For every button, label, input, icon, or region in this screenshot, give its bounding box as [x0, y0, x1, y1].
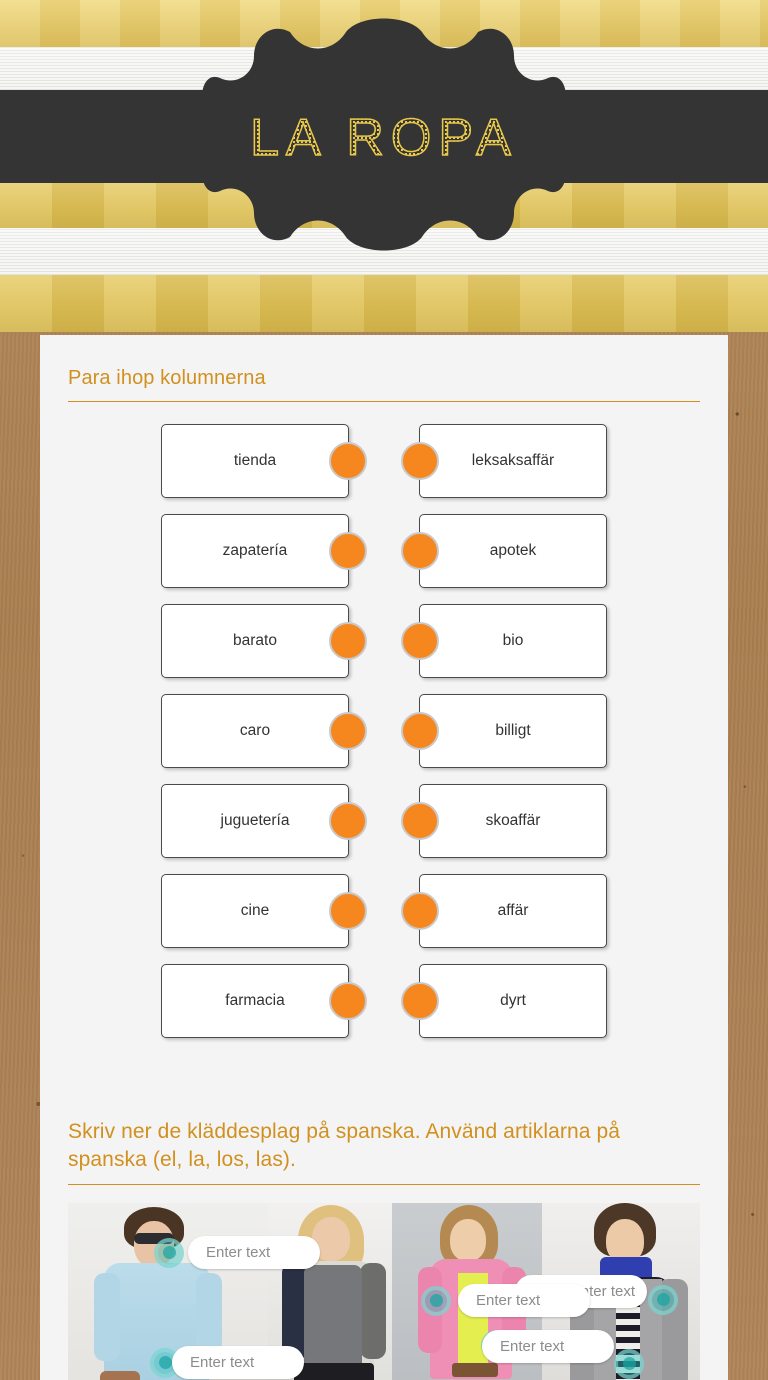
match-card-left[interactable]: cine	[161, 874, 367, 949]
table-row: juguetería skoaffär	[68, 784, 700, 874]
match-card-right-label: dyrt	[500, 992, 526, 1010]
connector-dot-right[interactable]	[401, 712, 439, 751]
label-input-2[interactable]: Enter text	[172, 1345, 304, 1379]
connector-dot-right[interactable]	[401, 442, 439, 481]
label-input-4[interactable]: Enter text	[482, 1329, 614, 1363]
match-card-left[interactable]: tienda	[161, 424, 367, 499]
connector-dot-right[interactable]	[401, 622, 439, 661]
connector-dot-left[interactable]	[329, 982, 367, 1021]
image-labeling-area: Enter text Enter text Enter text Enter t…	[68, 1202, 700, 1380]
match-card-right-label: billigt	[495, 722, 531, 740]
match-card-left-label: farmacia	[225, 992, 285, 1010]
match-card-left[interactable]: juguetería	[161, 784, 367, 859]
match-card-left[interactable]: farmacia	[161, 964, 367, 1039]
match-card-right[interactable]: bio	[401, 604, 607, 679]
match-card-left-label: zapatería	[222, 542, 288, 560]
match-card-left[interactable]: caro	[161, 694, 367, 769]
match-card-right[interactable]: affär	[401, 874, 607, 949]
hotspot-marker-5[interactable]	[648, 1284, 678, 1315]
table-row: cine affär	[68, 874, 700, 964]
table-row: caro billigt	[68, 694, 700, 784]
connector-dot-left[interactable]	[329, 802, 367, 841]
match-card-right[interactable]: dyrt	[401, 964, 607, 1039]
match-card-right[interactable]: billigt	[401, 694, 607, 769]
match-card-right-label: apotek	[489, 542, 537, 560]
connector-dot-left[interactable]	[329, 532, 367, 571]
match-card-right[interactable]: apotek	[401, 514, 607, 589]
match-card-left[interactable]: zapatería	[161, 514, 367, 589]
connector-dot-right[interactable]	[401, 892, 439, 931]
match-card-right-label: leksaksaffär	[471, 452, 555, 470]
image-labeling-section: Skriv ner de kläddesplag på spanska. Anv…	[40, 1084, 728, 1380]
table-row: farmacia dyrt	[68, 964, 700, 1054]
label-input-1[interactable]: Enter text	[188, 1235, 320, 1269]
hotspot-marker-6[interactable]	[614, 1348, 644, 1379]
connector-dot-left[interactable]	[329, 442, 367, 481]
table-row: tienda leksaksaffär	[68, 424, 700, 514]
match-card-right[interactable]: leksaksaffär	[401, 424, 607, 499]
match-card-left[interactable]: barato	[161, 604, 367, 679]
match-card-right[interactable]: skoaffär	[401, 784, 607, 859]
banner-stripe-gold-3	[0, 275, 768, 332]
matching-pairs-area: tienda leksaksaffär zapatería apotek bar…	[68, 402, 700, 1084]
match-card-right-label: bio	[502, 632, 524, 650]
matching-section: Para ihop kolumnerna tienda leksaksaffär…	[40, 335, 728, 1084]
table-row: zapatería apotek	[68, 514, 700, 604]
match-card-left-label: juguetería	[220, 812, 290, 830]
header-banner: LA ROPA	[0, 0, 768, 332]
table-row: barato bio	[68, 604, 700, 694]
connector-dot-left[interactable]	[329, 712, 367, 751]
banner-title: LA ROPA	[0, 111, 768, 165]
connector-dot-right[interactable]	[401, 802, 439, 841]
match-card-left-label: barato	[233, 632, 277, 650]
matching-section-title: Para ihop kolumnerna	[68, 335, 700, 403]
connector-dot-left[interactable]	[329, 892, 367, 931]
match-card-right-label: affär	[497, 902, 529, 920]
match-card-right-label: skoaffär	[485, 812, 541, 830]
match-card-left-label: cine	[240, 902, 270, 920]
hotspot-marker-1[interactable]	[154, 1237, 184, 1268]
content-card: Para ihop kolumnerna tienda leksaksaffär…	[40, 335, 728, 1380]
image-labeling-section-title: Skriv ner de kläddesplag på spanska. Anv…	[68, 1084, 700, 1185]
match-card-left-label: tienda	[233, 452, 277, 470]
connector-dot-right[interactable]	[401, 532, 439, 571]
label-input-3[interactable]: Enter text	[458, 1283, 590, 1317]
hotspot-marker-3[interactable]	[421, 1285, 451, 1316]
connector-dot-left[interactable]	[329, 622, 367, 661]
match-card-left-label: caro	[239, 722, 271, 740]
connector-dot-right[interactable]	[401, 982, 439, 1021]
